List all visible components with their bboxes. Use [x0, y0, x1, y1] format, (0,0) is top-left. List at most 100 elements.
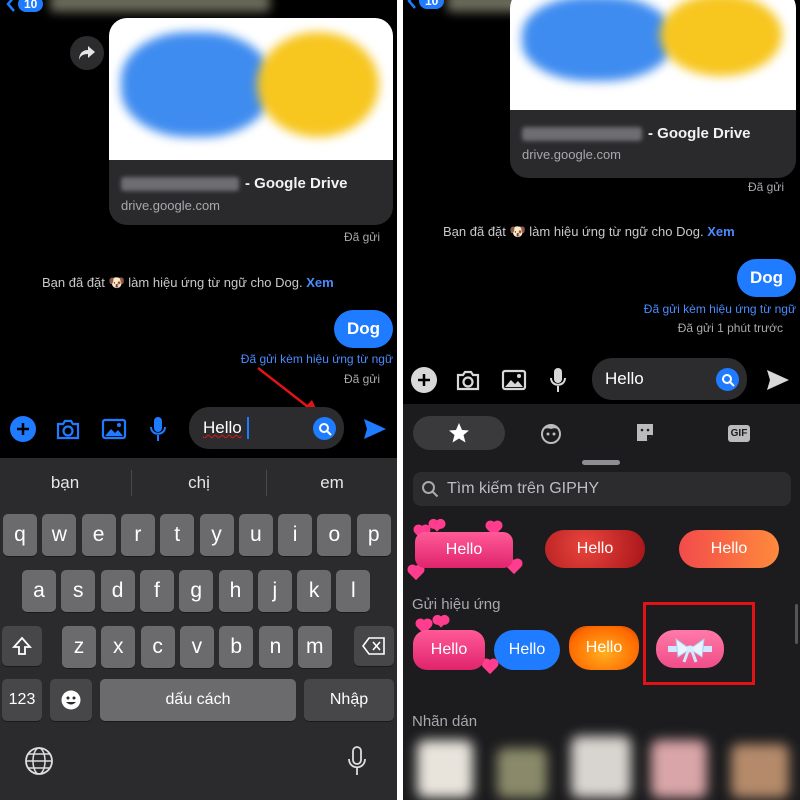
giphy-search-input[interactable]: Tìm kiếm trên GIPHY — [413, 472, 791, 506]
key-f[interactable]: f — [139, 570, 174, 612]
star-icon — [449, 423, 469, 443]
send-button[interactable] — [765, 367, 791, 393]
sticker-thumbnail[interactable] — [731, 744, 789, 798]
shift-key[interactable] — [2, 626, 42, 666]
key-m[interactable]: m — [297, 626, 332, 668]
key-h[interactable]: h — [218, 570, 253, 612]
tab-avatar[interactable] — [505, 416, 597, 450]
giphy-result-gradient[interactable]: Hello — [679, 530, 779, 568]
key-o[interactable]: o — [317, 514, 352, 556]
space-key[interactable]: dấu cách — [100, 679, 296, 721]
link-preview-card[interactable]: - Google Drive drive.google.com — [109, 18, 393, 225]
tab-gif[interactable]: GIF — [693, 416, 785, 450]
dictation-button[interactable] — [342, 744, 372, 778]
key-q[interactable]: q — [3, 514, 37, 556]
microphone-icon — [550, 368, 566, 392]
key-c[interactable]: c — [140, 626, 175, 668]
back-button[interactable]: 10 — [407, 0, 445, 10]
image-icon — [501, 369, 527, 391]
gallery-button[interactable] — [100, 416, 128, 442]
contact-name — [50, 0, 270, 12]
camera-icon — [456, 370, 480, 391]
heart-decoration — [408, 565, 424, 581]
key-p[interactable]: p — [356, 514, 391, 556]
key-j[interactable]: j — [257, 570, 292, 612]
share-button[interactable] — [70, 36, 104, 70]
link-preview-card[interactable]: - Google Drive drive.google.com — [510, 0, 796, 178]
key-z[interactable]: z — [62, 626, 96, 668]
suggestion-3[interactable]: em — [267, 458, 397, 508]
key-v[interactable]: v — [179, 626, 214, 668]
suggestion-1[interactable]: bạn — [0, 458, 130, 508]
effects-section-title: Gửi hiệu ứng — [412, 596, 501, 613]
stickers-section-title: Nhãn dán — [412, 713, 478, 730]
sent-status-2: Đã gửi 1 phút trước — [677, 321, 783, 335]
avatar-icon — [541, 424, 561, 444]
back-button[interactable]: 10 — [6, 0, 44, 14]
add-button[interactable] — [10, 416, 36, 442]
globe-button[interactable] — [22, 744, 56, 778]
chevron-left-icon — [407, 0, 416, 9]
key-k[interactable]: k — [297, 570, 332, 612]
view-link[interactable]: Xem — [306, 275, 333, 290]
numbers-key[interactable]: 123 — [2, 679, 42, 721]
sticker-thumbnail[interactable] — [651, 740, 707, 798]
key-d[interactable]: d — [100, 570, 135, 612]
sent-status: Đã gửi — [747, 180, 784, 194]
key-a[interactable]: a — [22, 570, 56, 612]
backspace-key[interactable] — [354, 626, 394, 666]
message-input[interactable]: Hello — [189, 407, 344, 449]
camera-button[interactable] — [54, 416, 82, 442]
blue-shape — [522, 0, 672, 81]
sticker-thumbnail[interactable] — [571, 736, 631, 798]
key-u[interactable]: u — [238, 514, 273, 556]
add-button[interactable] — [411, 367, 437, 393]
effect-hearts[interactable]: Hello — [413, 630, 485, 670]
microphone-icon — [348, 746, 366, 775]
camera-button[interactable] — [454, 367, 482, 393]
sent-status-2: Đã gửi — [343, 372, 380, 386]
effect-blue[interactable]: Hello — [494, 630, 560, 670]
send-button[interactable] — [362, 416, 388, 442]
effect-sent-link[interactable]: Đã gửi kèm hiệu ứng từ ngữ — [644, 302, 796, 316]
forward-icon — [79, 46, 95, 60]
drag-handle[interactable] — [582, 460, 620, 465]
microphone-icon — [150, 417, 166, 441]
effect-search-button[interactable] — [313, 417, 336, 440]
key-b[interactable]: b — [219, 626, 254, 668]
chevron-left-icon — [6, 0, 15, 12]
yellow-shape — [660, 0, 782, 76]
gallery-button[interactable] — [500, 367, 528, 393]
view-link[interactable]: Xem — [707, 224, 734, 239]
return-key[interactable]: Nhập — [304, 679, 394, 721]
tab-favorites[interactable] — [413, 416, 505, 450]
sticker-thumbnail[interactable] — [497, 748, 547, 798]
key-e[interactable]: e — [81, 514, 116, 556]
giphy-result-hearts[interactable]: Hello — [415, 532, 513, 568]
voice-button[interactable] — [546, 365, 570, 395]
message-bubble[interactable]: Dog — [737, 259, 796, 297]
effect-fire[interactable]: Hello — [569, 626, 639, 670]
shift-icon — [12, 636, 32, 655]
effect-search-button[interactable] — [716, 368, 739, 391]
key-n[interactable]: n — [258, 626, 293, 668]
key-l[interactable]: l — [336, 570, 371, 612]
tab-stickers[interactable] — [599, 416, 691, 450]
key-g[interactable]: g — [179, 570, 214, 612]
voice-button[interactable] — [146, 414, 170, 444]
key-s[interactable]: s — [61, 570, 96, 612]
yellow-shape — [257, 32, 379, 137]
key-y[interactable]: y — [199, 514, 234, 556]
key-x[interactable]: x — [101, 626, 136, 668]
giphy-search-placeholder: Tìm kiếm trên GIPHY — [447, 480, 600, 497]
key-i[interactable]: i — [278, 514, 313, 556]
suggestion-2[interactable]: chị — [132, 458, 266, 508]
emoji-key[interactable] — [50, 679, 92, 721]
key-t[interactable]: t — [160, 514, 195, 556]
sticker-thumbnail[interactable] — [417, 740, 473, 798]
giphy-result-cracked[interactable]: Hello — [545, 530, 645, 568]
key-w[interactable]: w — [42, 514, 77, 556]
message-input[interactable]: Hello — [592, 358, 747, 400]
message-bubble[interactable]: Dog — [334, 310, 393, 348]
key-r[interactable]: r — [120, 514, 155, 556]
